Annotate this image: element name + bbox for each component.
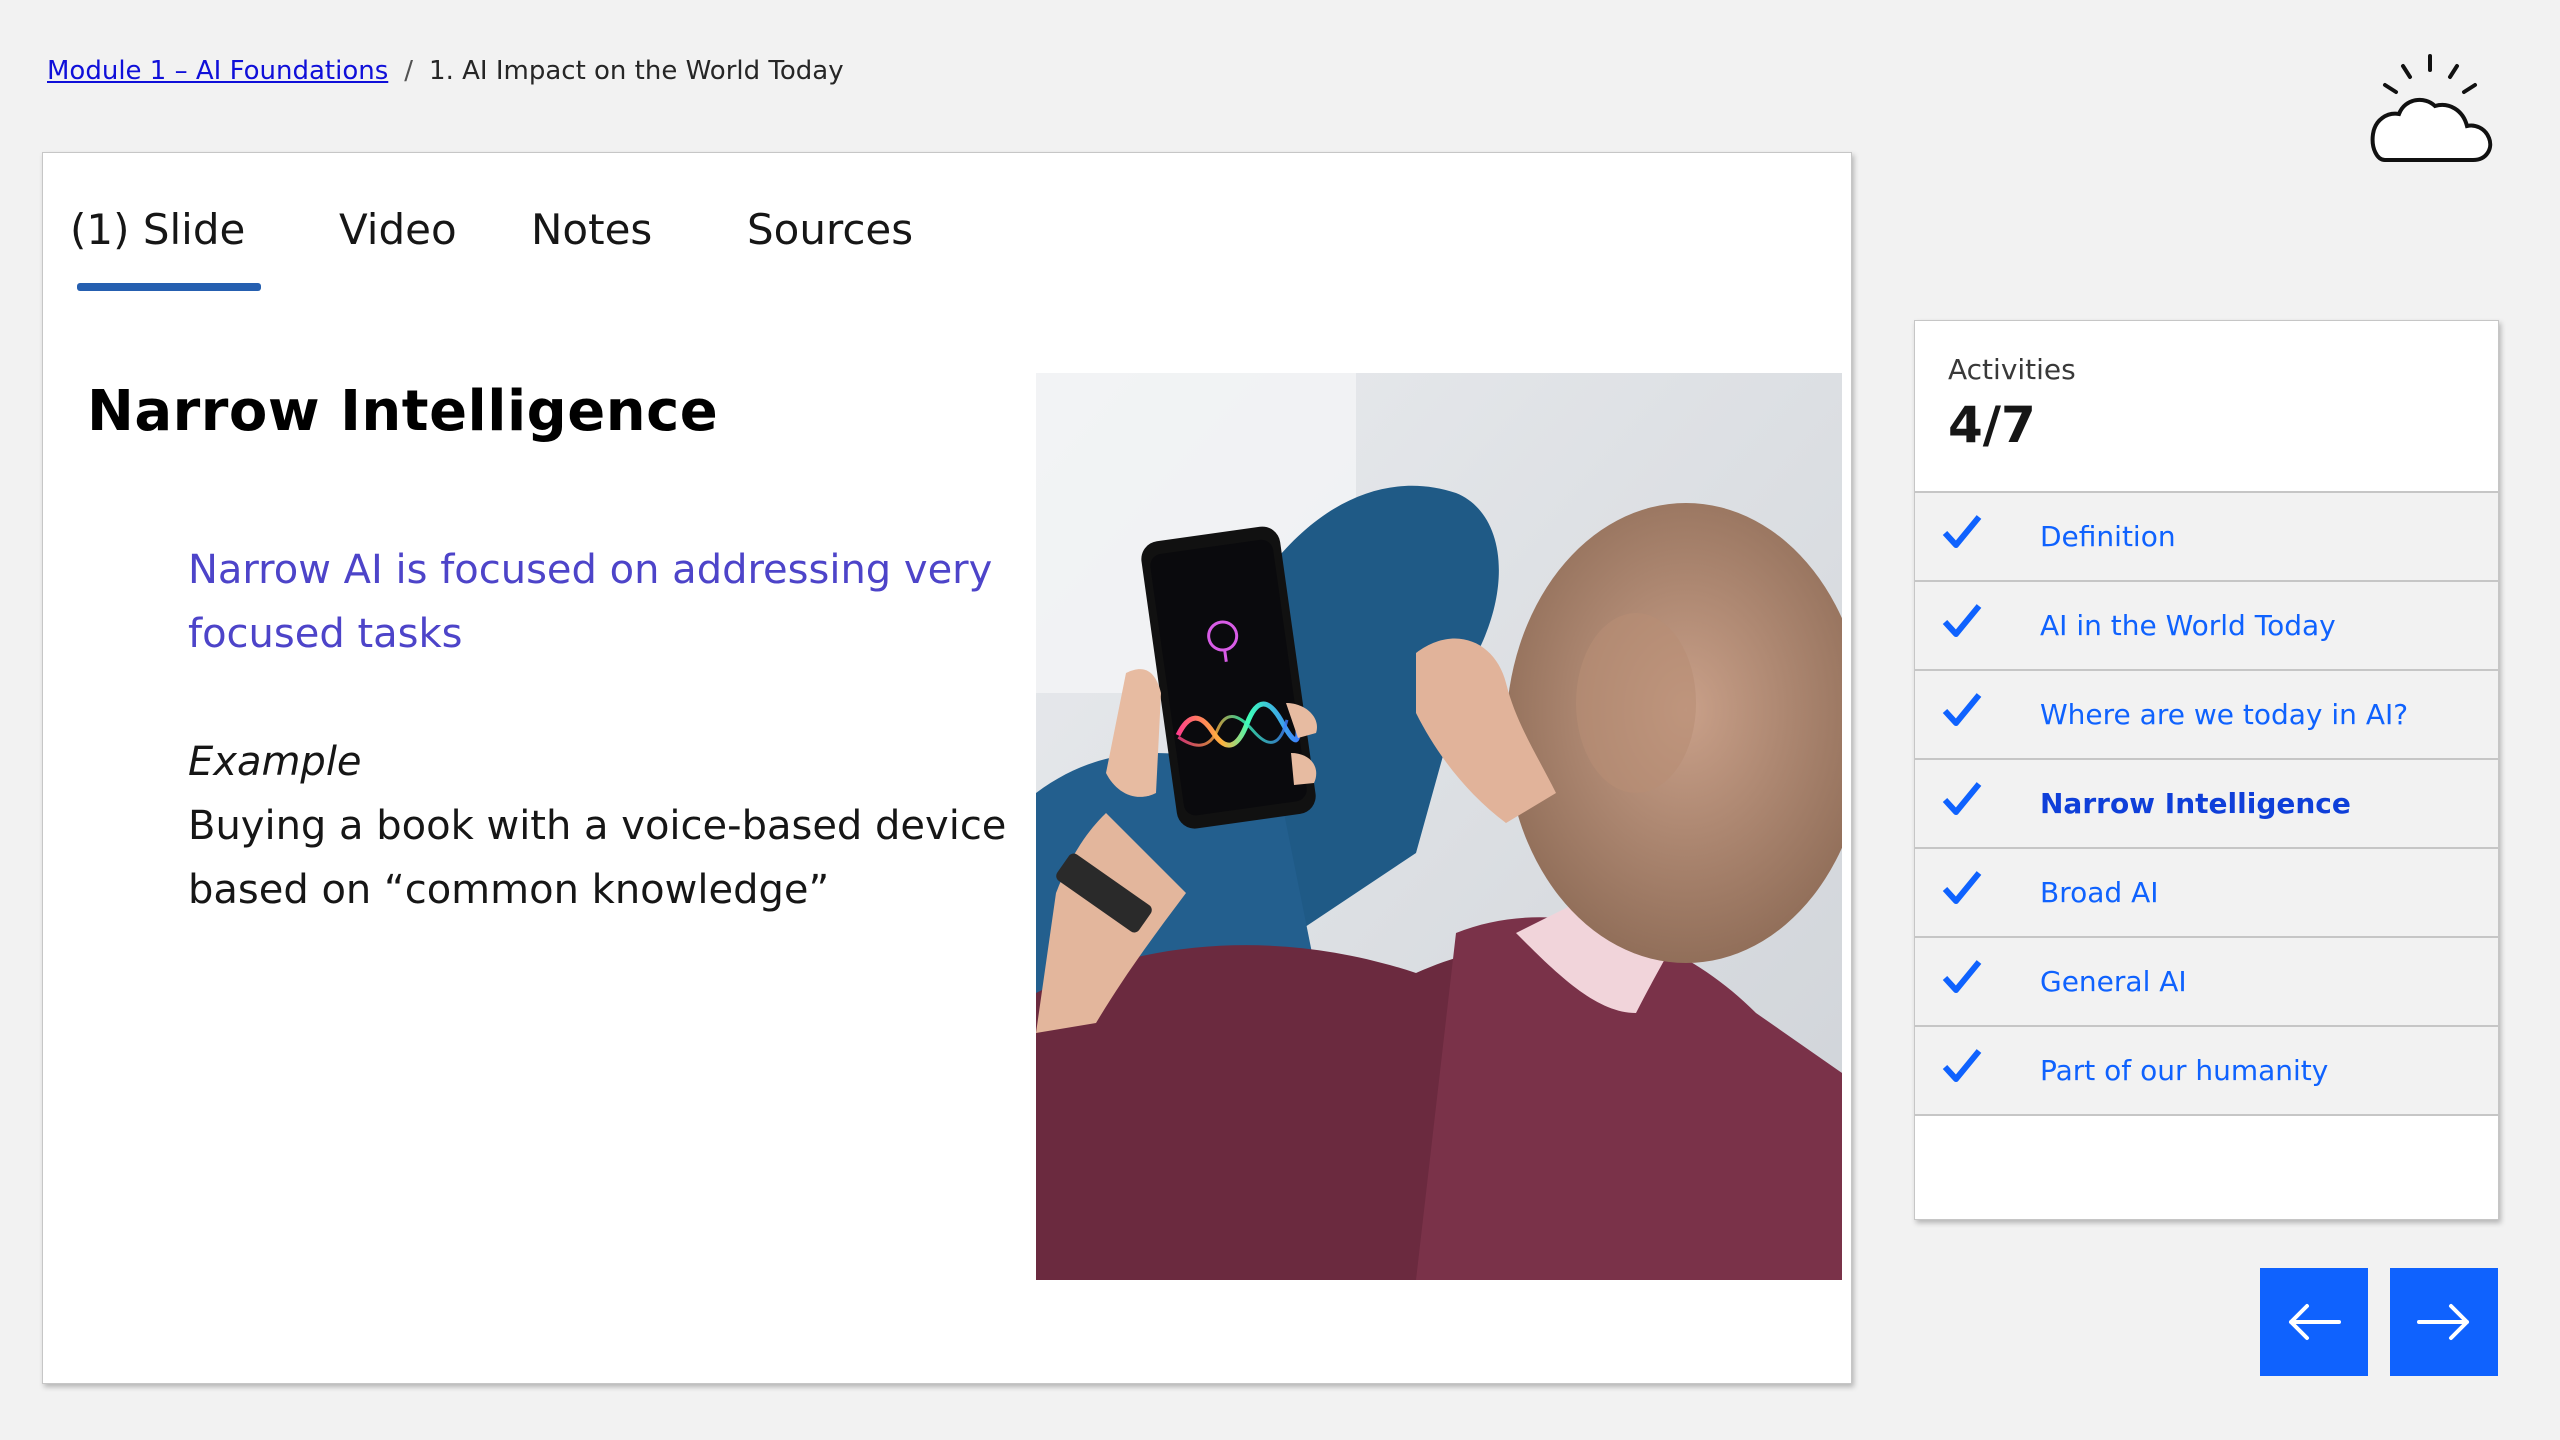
activities-label: Activities bbox=[1948, 353, 2076, 386]
tab-slide[interactable]: (1) Slide bbox=[70, 205, 245, 254]
activity-item-narrow-intelligence[interactable]: Narrow Intelligence bbox=[1915, 760, 2498, 849]
checkmark-icon bbox=[1942, 515, 1982, 548]
tab-bar: (1) Slide Video Notes Sources bbox=[43, 153, 1851, 303]
slide-card: (1) Slide Video Notes Sources Narrow Int… bbox=[42, 152, 1852, 1384]
checkmark-icon bbox=[1942, 604, 1982, 637]
activity-label: Part of our humanity bbox=[2040, 1054, 2329, 1087]
checkmark-icon bbox=[1942, 871, 1982, 904]
slide-photo bbox=[1036, 373, 1842, 1280]
breadcrumb: Module 1 – AI Foundations / 1. AI Impact… bbox=[47, 56, 844, 86]
checkmark-icon bbox=[1942, 960, 1982, 993]
activity-label: General AI bbox=[2040, 965, 2187, 998]
tab-notes[interactable]: Notes bbox=[531, 205, 652, 254]
activity-item-ai-in-the-world-today[interactable]: AI in the World Today bbox=[1915, 582, 2498, 671]
breadcrumb-separator: / bbox=[404, 56, 414, 86]
activities-progress-count: 4/7 bbox=[1948, 396, 2036, 454]
next-button[interactable] bbox=[2390, 1268, 2498, 1376]
activity-item-broad-ai[interactable]: Broad AI bbox=[1915, 849, 2498, 938]
activity-label: AI in the World Today bbox=[2040, 609, 2336, 642]
checkmark-icon bbox=[1942, 693, 1982, 726]
activities-header: Activities 4/7 bbox=[1915, 321, 2498, 493]
slide-body: Narrow AI is focused on addressing very … bbox=[188, 538, 1048, 922]
example-text: Buying a book with a voice-based device … bbox=[188, 803, 1007, 913]
tab-video[interactable]: Video bbox=[339, 205, 457, 254]
breadcrumb-module-link[interactable]: Module 1 – AI Foundations bbox=[47, 56, 388, 86]
active-tab-indicator bbox=[77, 283, 261, 291]
checkmark-icon bbox=[1942, 782, 1982, 815]
example-label: Example bbox=[188, 739, 362, 785]
activity-item-part-of-our-humanity[interactable]: Part of our humanity bbox=[1915, 1027, 2498, 1116]
arrow-left-icon bbox=[2289, 1304, 2341, 1340]
activities-list: Definition AI in the World Today Where a… bbox=[1915, 493, 2498, 1116]
checkmark-icon bbox=[1942, 1049, 1982, 1082]
previous-button[interactable] bbox=[2260, 1268, 2368, 1376]
activity-label: Broad AI bbox=[2040, 876, 2159, 909]
activities-panel: Activities 4/7 Definition AI in the Worl… bbox=[1914, 320, 2499, 1220]
activity-label: Narrow Intelligence bbox=[2040, 787, 2351, 820]
person-holding-phone-illustration bbox=[1036, 373, 1842, 1280]
activity-label: Definition bbox=[2040, 520, 2176, 553]
activity-label: Where are we today in AI? bbox=[2040, 698, 2409, 731]
sun-cloud-icon bbox=[2365, 52, 2495, 167]
activity-item-where-are-we-today[interactable]: Where are we today in AI? bbox=[1915, 671, 2498, 760]
breadcrumb-current: 1. AI Impact on the World Today bbox=[429, 56, 844, 86]
activity-item-definition[interactable]: Definition bbox=[1915, 493, 2498, 582]
tab-sources[interactable]: Sources bbox=[747, 205, 913, 254]
arrow-right-icon bbox=[2417, 1304, 2469, 1340]
activity-item-general-ai[interactable]: General AI bbox=[1915, 938, 2498, 1027]
slide-highlight-text: Narrow AI is focused on addressing very … bbox=[188, 547, 993, 657]
slide-title: Narrow Intelligence bbox=[87, 379, 719, 444]
